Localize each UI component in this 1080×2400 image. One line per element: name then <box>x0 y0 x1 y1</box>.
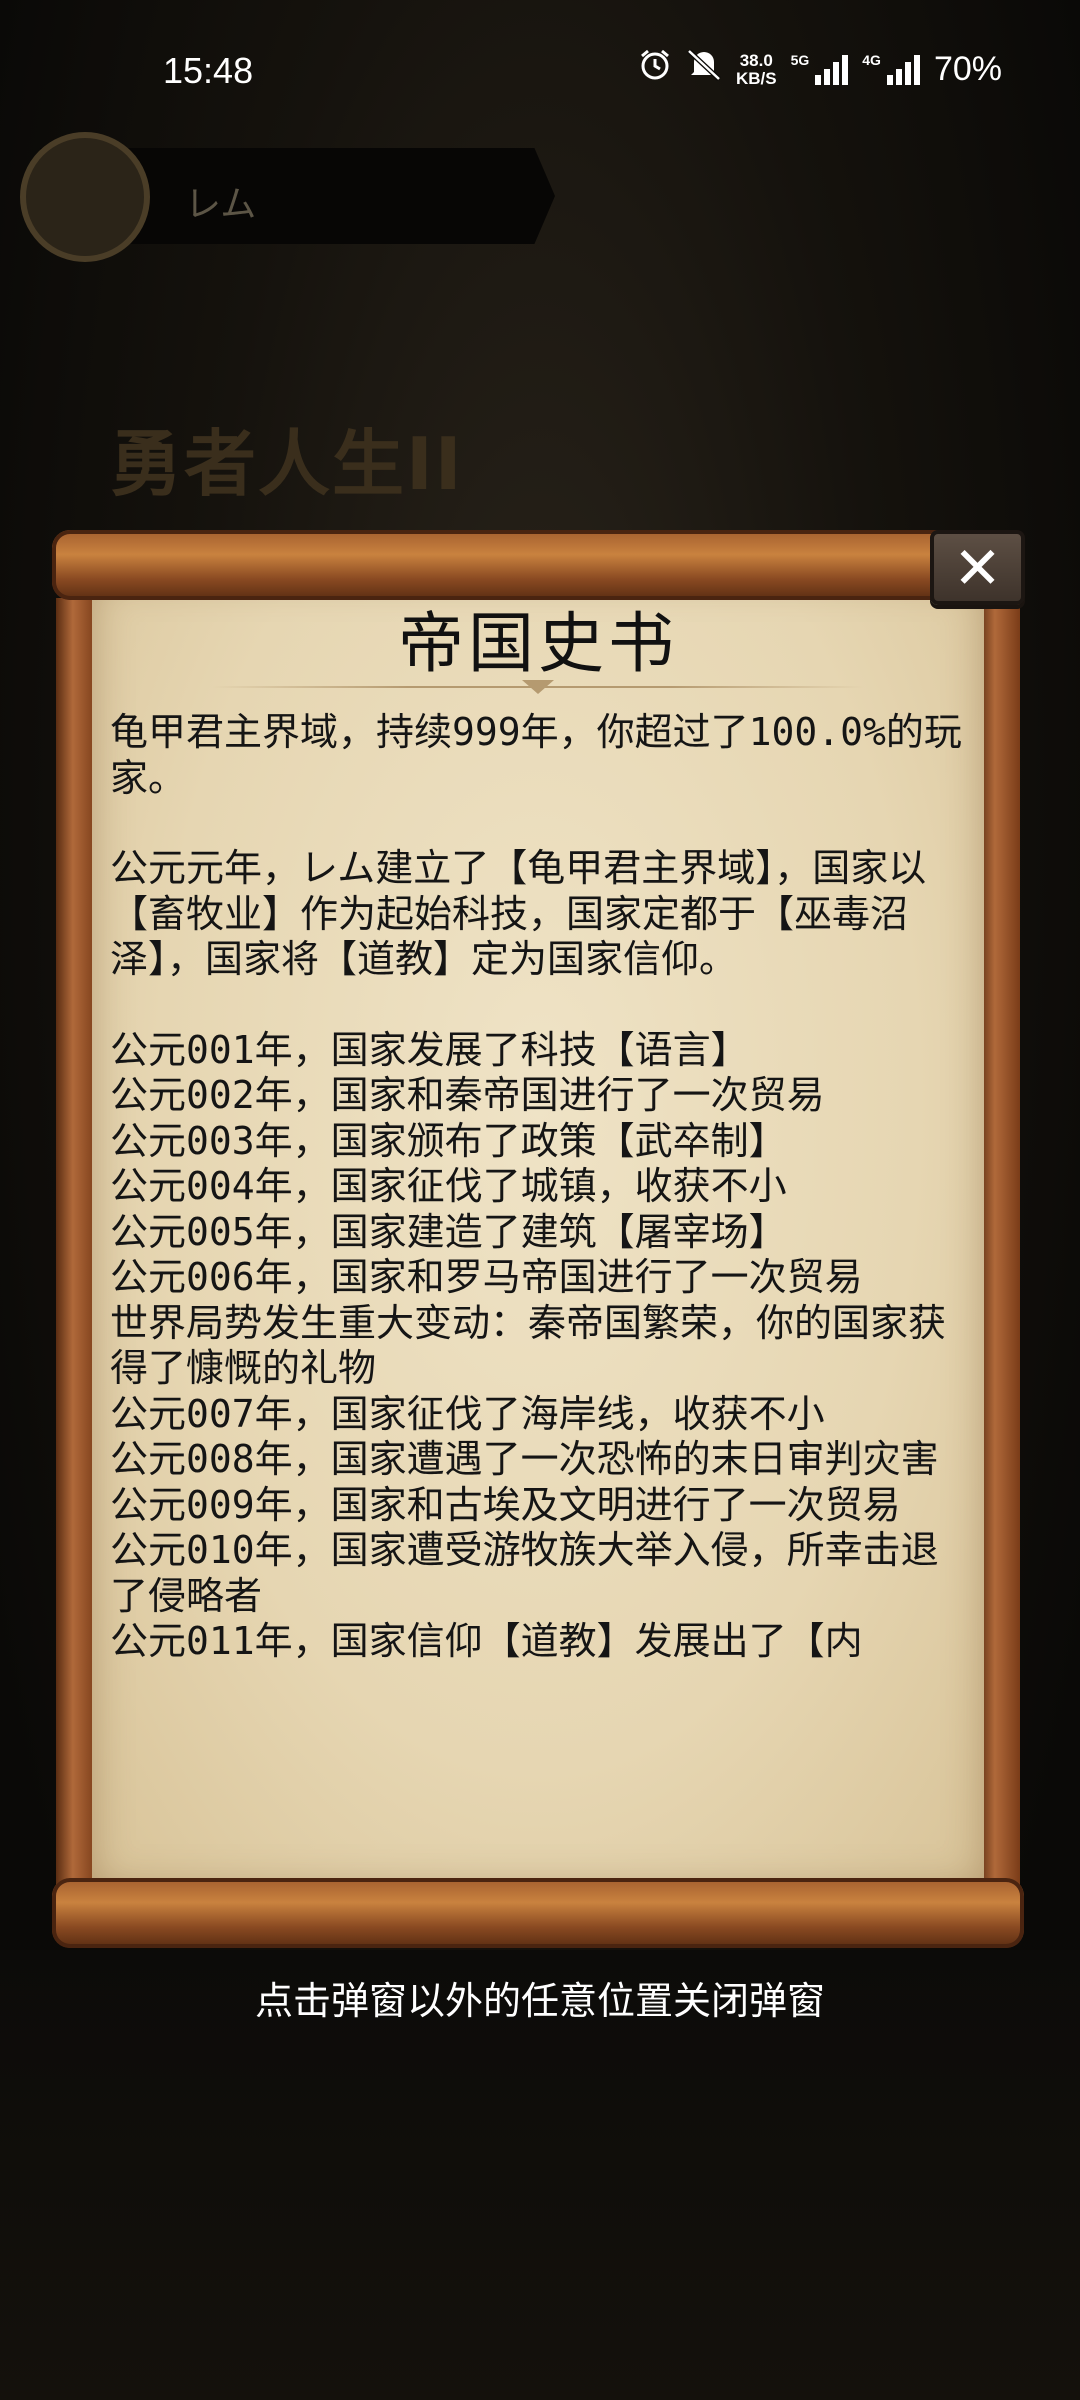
history-event: 公元007年，国家征伐了海岸线，收获不小 <box>110 1391 825 1436</box>
scroll-edge-right <box>978 598 1020 1888</box>
player-name: レム <box>185 184 257 225</box>
history-event: 公元001年，国家发展了科技【语言】 <box>110 1027 749 1072</box>
summary-text: 龟甲君主界域，持续999年，你超过了100.0%的玩家。 <box>110 710 962 800</box>
speed-value: 38.0 <box>739 50 773 70</box>
title-divider <box>212 680 864 694</box>
history-text[interactable]: 龟甲君主界域，持续999年，你超过了100.0%的玩家。 公元元年，レム建立了【… <box>110 710 970 1835</box>
history-event: 公元010年，国家遭受游牧族大举入侵，所幸击退了侵略者 <box>110 1528 939 1618</box>
history-event: 公元003年，国家颁布了政策【武卒制】 <box>110 1118 787 1163</box>
status-time: 15:48 <box>163 50 254 91</box>
history-event: 公元006年，国家和罗马帝国进行了一次贸易 <box>110 1255 863 1299</box>
founding-text: 公元元年，レム建立了【龟甲君主界域】，国家以【畜牧业】作为起始科技，国家定都于【… <box>110 846 927 981</box>
history-event: 公元009年，国家和古埃及文明进行了一次贸易 <box>110 1482 901 1527</box>
dialog-title: 帝国史书 <box>398 605 678 682</box>
close-button[interactable]: ✕ <box>930 530 1025 605</box>
status-bar: 15:48 38.0 KB/S 5G 4G 70% <box>0 0 1080 110</box>
history-event: 公元005年，国家建造了建筑【屠宰场】 <box>110 1209 787 1254</box>
history-event: 公元002年，国家和秦帝国进行了一次贸易 <box>110 1073 825 1117</box>
status-icons: 38.0 KB/S 5G 4G 70% <box>638 48 1002 91</box>
network-type-5g: 5G <box>790 52 810 68</box>
speed-unit: KB/S <box>735 68 777 88</box>
signal-icon <box>815 54 849 85</box>
signal-icon <box>886 54 920 85</box>
game-title-logo: 勇者人生II <box>110 422 464 506</box>
history-event: 公元008年，国家遭遇了一次恐怖的末日审判灾害 <box>110 1437 939 1481</box>
scroll-rod-bottom <box>52 1878 1024 1948</box>
mute-icon <box>686 48 722 91</box>
close-icon: ✕ <box>953 533 1002 602</box>
battery-level: 70% <box>933 50 1002 88</box>
network-speed: 38.0 KB/S <box>735 50 777 88</box>
history-dialog: 帝国史书 龟甲君主界域，持续999年，你超过了100.0%的玩家。 公元元年，レ… <box>52 530 1024 1948</box>
history-event: 公元004年，国家征伐了城镇，收获不小 <box>110 1164 787 1208</box>
avatar[interactable] <box>20 132 150 262</box>
history-event: 公元011年，国家信仰【道教】发展出了【内 <box>110 1619 863 1663</box>
history-event: 世界局势发生重大变动：秦帝国繁荣，你的国家获得了慷慨的礼物 <box>110 1300 947 1391</box>
dismiss-hint: 点击弹窗以外的任意位置关闭弹窗 <box>254 1979 825 2023</box>
alarm-icon <box>638 48 672 91</box>
network-type-4g: 4G <box>862 52 881 68</box>
